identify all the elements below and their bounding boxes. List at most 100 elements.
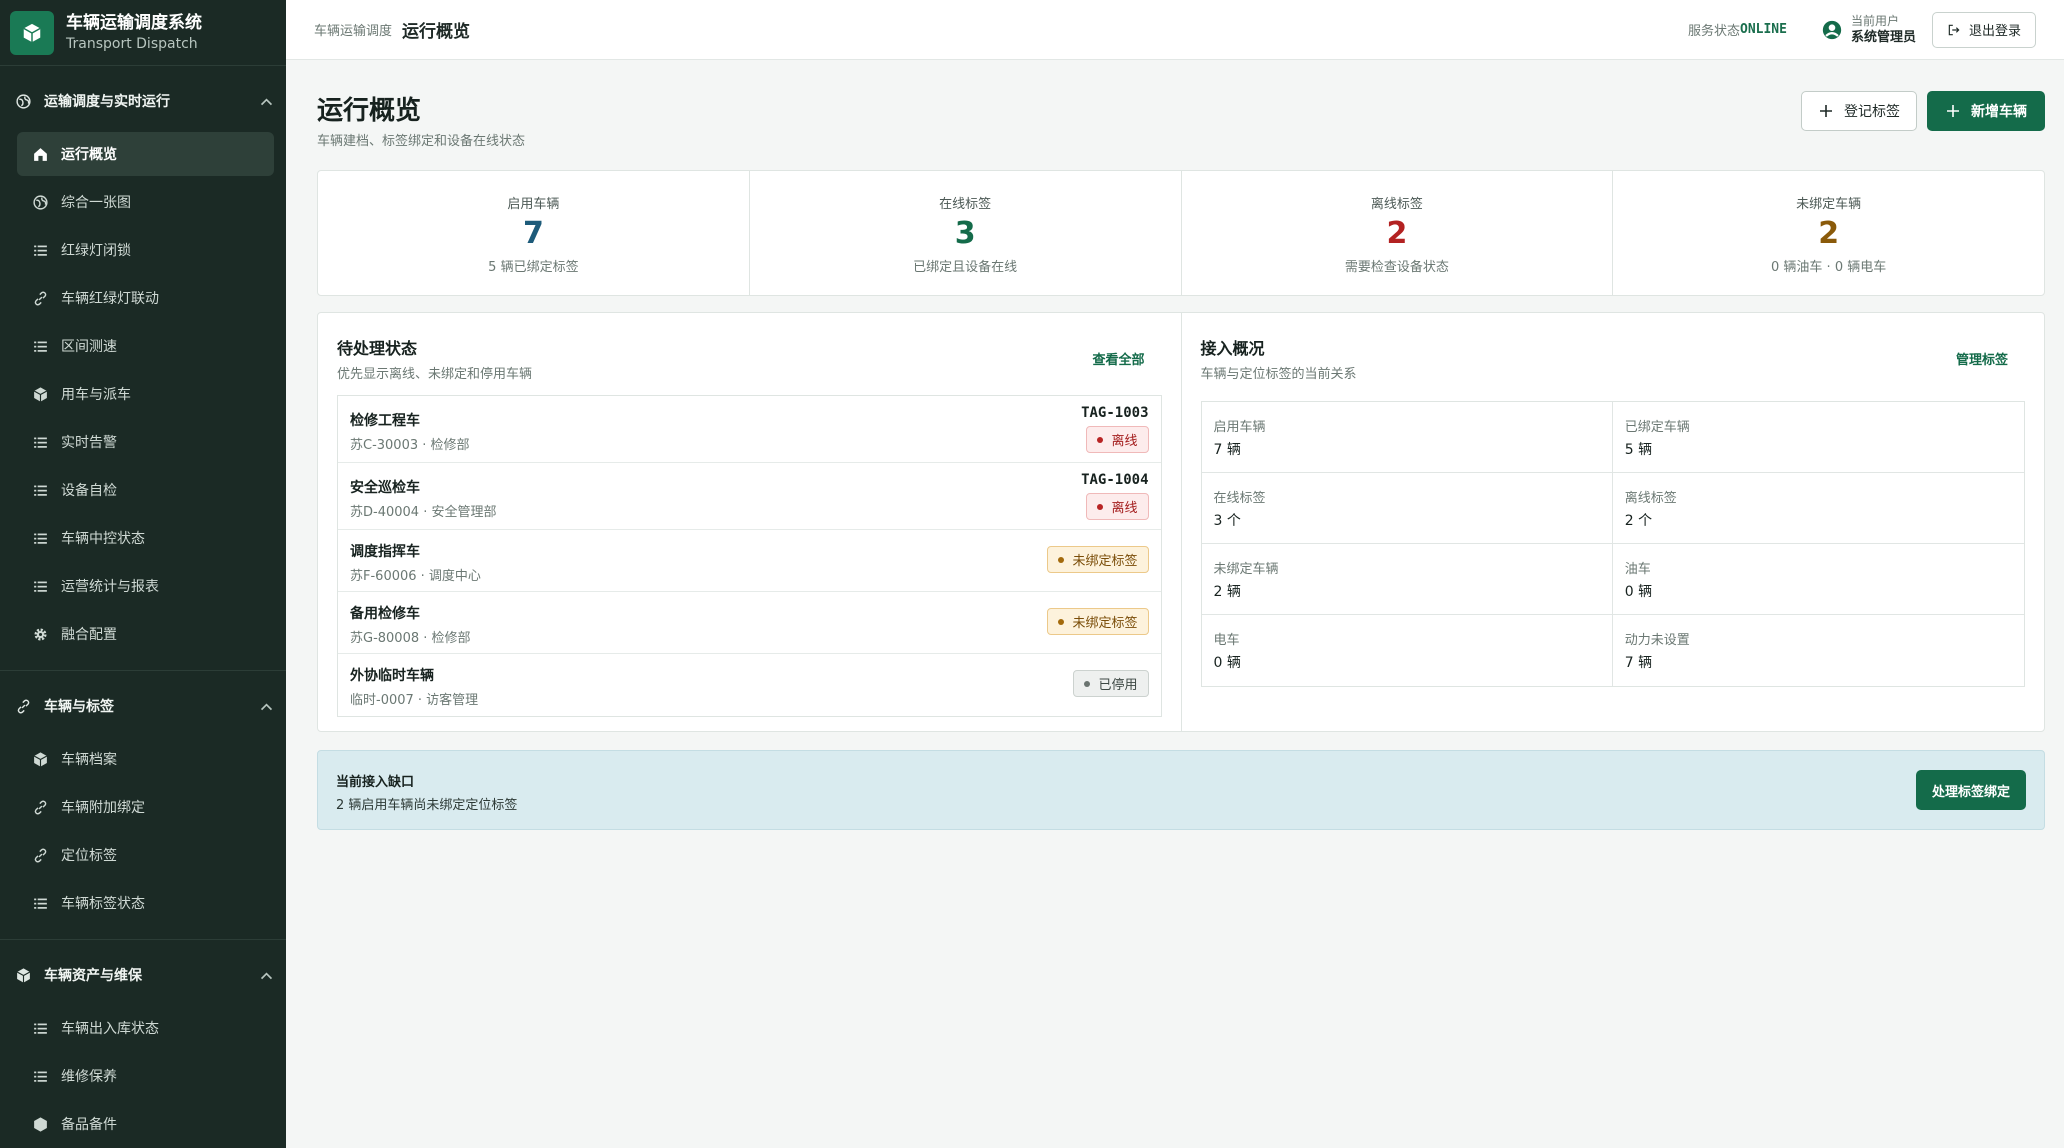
cube-icon	[14, 966, 32, 984]
sidebar-item-overview[interactable]: 运行概览	[17, 132, 274, 176]
main-content: 运行概览 车辆建档、标签绑定和设备在线状态 登记标签 新增车辆 启用车辆 7 5…	[317, 60, 2045, 830]
register-tag-button[interactable]: 登记标签	[1801, 91, 1917, 131]
status-dot-icon	[1097, 436, 1104, 443]
page-actions: 登记标签 新增车辆	[1801, 91, 2045, 131]
register-tag-label: 登记标签	[1844, 104, 1900, 120]
status-text: 已停用	[1098, 678, 1138, 693]
app-title: 车辆运输调度系统	[66, 12, 202, 33]
logout-label: 退出登录	[1968, 24, 2021, 39]
plus-icon	[1820, 105, 1832, 117]
cube-logo-icon	[10, 10, 54, 55]
globe-icon	[14, 92, 32, 110]
manage-tags-link[interactable]: 管理标签	[1956, 349, 2008, 368]
list-icon	[31, 241, 49, 259]
status-badge: 离线	[1086, 493, 1149, 520]
sidebar-item-config[interactable]: 融合配置	[17, 612, 274, 656]
status-dot-icon	[1058, 556, 1065, 563]
sidebar-item-label: 融合配置	[61, 627, 117, 643]
cell-value: 0 辆	[1624, 584, 1653, 600]
access-title: 接入概况	[1200, 339, 1265, 358]
sidebar-item-traffic-link[interactable]: 车辆红绿灯联动	[17, 276, 274, 320]
sidebar-item-label: 车辆出入库状态	[61, 1021, 159, 1037]
current-user[interactable]: 当前用户 系统管理员	[1821, 13, 1916, 46]
nav-group-vehicles: 车辆与标签 车辆档案 车辆附加绑定 定位标签 车辆标签状态	[0, 671, 286, 940]
stat-offline-tags: 离线标签 2 需要检查设备状态	[1182, 171, 1614, 295]
vehicle-name: 检修工程车	[350, 413, 420, 429]
sidebar-item-speed[interactable]: 区间测速	[17, 324, 274, 368]
status-dot-icon	[1084, 680, 1091, 687]
cell-value: 7 辆	[1213, 442, 1241, 458]
access-panel: 接入概况 车辆与定位标签的当前关系 管理标签 启用车辆 7 辆 已绑定车辆 5 辆 …	[1182, 313, 2045, 731]
sidebar-item-label: 维修保养	[61, 1069, 117, 1085]
link-icon	[14, 697, 32, 715]
status-dot-icon	[1097, 503, 1104, 510]
status-badge: 已停用	[1073, 670, 1149, 697]
sidebar-item-map[interactable]: 综合一张图	[17, 180, 274, 224]
cell-value: 7 辆	[1624, 655, 1653, 671]
sidebar-item-tag-status[interactable]: 车辆标签状态	[17, 881, 274, 925]
sidebar-item-binding[interactable]: 车辆附加绑定	[17, 785, 274, 829]
sidebar-item-label: 车辆档案	[61, 752, 117, 768]
sidebar-item-alarm[interactable]: 实时告警	[17, 420, 274, 464]
stat-note: 0 辆油车 · 0 辆电车	[1771, 260, 1887, 275]
brand[interactable]: 车辆运输调度系统 Transport Dispatch	[0, 0, 286, 66]
globe-icon	[31, 193, 49, 211]
sidebar-item-maintenance[interactable]: 维修保养	[17, 1054, 274, 1098]
group-label: 车辆与标签	[44, 699, 114, 715]
sidebar-item-archive[interactable]: 车辆档案	[17, 737, 274, 781]
stat-note: 需要检查设备状态	[1344, 260, 1449, 275]
list-item[interactable]: 调度指挥车 苏F-60006 · 调度中心 未绑定标签	[338, 530, 1161, 592]
view-all-link[interactable]: 查看全部	[1092, 349, 1144, 368]
status-badge: 未绑定标签	[1047, 608, 1149, 635]
sidebar-item-control[interactable]: 车辆中控状态	[17, 516, 274, 560]
sidebar-item-label: 车辆红绿灯联动	[61, 291, 159, 307]
handle-binding-button[interactable]: 处理标签绑定	[1915, 770, 2026, 810]
sidebar-item-inout[interactable]: 车辆出入库状态	[17, 1006, 274, 1050]
vehicle-name: 调度指挥车	[350, 544, 420, 560]
logout-button[interactable]: 退出登录	[1931, 11, 2036, 48]
list-item[interactable]: 备用检修车 苏G-80008 · 检修部 未绑定标签	[338, 592, 1161, 654]
sidebar-item-traffic-lock[interactable]: 红绿灯闭锁	[17, 228, 274, 272]
sidebar-item-dispatch[interactable]: 用车与派车	[17, 372, 274, 416]
vehicle-meta: 苏C-30003 · 检修部	[350, 438, 470, 453]
link-icon	[31, 289, 49, 307]
cell-label: 已绑定车辆	[1624, 420, 1690, 435]
list-icon	[31, 529, 49, 547]
row-status: 已停用	[1073, 670, 1149, 697]
access-cell: 电车 0 辆	[1202, 615, 1613, 686]
status-badge: 未绑定标签	[1047, 546, 1149, 573]
list-item[interactable]: 检修工程车 苏C-30003 · 检修部 TAG-1003 离线	[338, 396, 1161, 463]
sidebar-item-selfcheck[interactable]: 设备自检	[17, 468, 274, 512]
list-icon	[31, 433, 49, 451]
status-badge: 离线	[1086, 426, 1149, 453]
sidebar-item-spares[interactable]: 备品备件	[17, 1102, 274, 1146]
list-icon	[31, 481, 49, 499]
list-icon	[31, 894, 49, 912]
sidebar-item-tags[interactable]: 定位标签	[17, 833, 274, 877]
cell-value: 3 个	[1213, 513, 1241, 529]
access-cell: 动力未设置 7 辆	[1613, 615, 2024, 686]
vehicle-meta: 苏G-80008 · 检修部	[350, 631, 471, 646]
plus-icon	[1947, 105, 1959, 117]
panels: 待处理状态 优先显示离线、未绑定和停用车辆 查看全部 检修工程车 苏C-3000…	[317, 312, 2045, 732]
breadcrumb-parent[interactable]: 车辆运输调度	[314, 20, 392, 39]
breadcrumb-current: 运行概览	[402, 22, 471, 42]
sidebar-item-label: 用车与派车	[61, 387, 131, 403]
stats-row: 启用车辆 7 5 辆已绑定标签 在线标签 3 已绑定且设备在线 离线标签 2 需…	[317, 170, 2045, 296]
sidebar-item-label: 综合一张图	[61, 195, 131, 211]
service-status-value: ONLINE	[1740, 22, 1787, 37]
access-cell: 在线标签 3 个	[1201, 473, 1613, 544]
home-icon	[31, 145, 49, 163]
group-head-vehicles[interactable]: 车辆与标签	[0, 677, 286, 735]
link-icon	[31, 846, 49, 864]
group-head-dispatch[interactable]: 运输调度与实时运行	[0, 72, 286, 130]
link-icon	[31, 798, 49, 816]
vehicle-meta: 苏D-40004 · 安全管理部	[350, 505, 497, 520]
group-head-assets[interactable]: 车辆资产与维保	[0, 946, 286, 1004]
list-item[interactable]: 外协临时车辆 临时-0007 · 访客管理 已停用	[338, 654, 1161, 716]
access-cell: 已绑定车辆 5 辆	[1612, 402, 2024, 473]
list-item[interactable]: 安全巡检车 苏D-40004 · 安全管理部 TAG-1004 离线	[338, 463, 1161, 530]
sidebar-item-report[interactable]: 运营统计与报表	[17, 564, 274, 608]
add-vehicle-button[interactable]: 新增车辆	[1927, 91, 2045, 131]
status-text: 离线	[1111, 501, 1138, 516]
